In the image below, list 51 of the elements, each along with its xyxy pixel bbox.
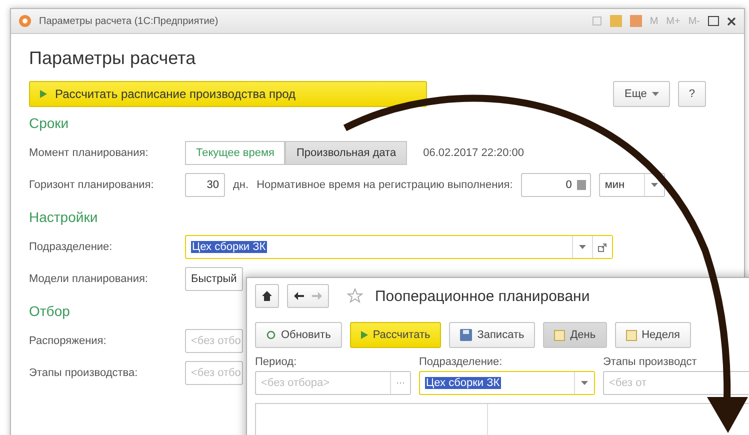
window-title: Пооперационное планировани bbox=[375, 288, 590, 304]
planning-date: 06.02.2017 22:20:00 bbox=[423, 147, 524, 159]
forward-arrow-icon bbox=[312, 292, 322, 300]
toggle-option[interactable]: Произвольная дата bbox=[285, 141, 408, 165]
norm-time-field[interactable]: 0 bbox=[520, 173, 591, 197]
play-icon bbox=[40, 90, 47, 98]
open-icon[interactable] bbox=[598, 242, 607, 252]
app-logo-icon bbox=[19, 15, 31, 27]
field-label: Распоряжения: bbox=[29, 335, 108, 347]
toolbar-button[interactable]: День bbox=[543, 322, 607, 348]
field-label: Подразделение: bbox=[419, 356, 504, 368]
field-label: Нормативное время на регистрацию выполнения: bbox=[256, 179, 513, 191]
close-icon[interactable] bbox=[727, 16, 736, 26]
maximize-icon[interactable] bbox=[708, 16, 719, 26]
unit-label: дн. bbox=[233, 179, 249, 191]
caret-icon bbox=[581, 381, 588, 385]
home-icon bbox=[262, 291, 272, 301]
toggle-option[interactable]: Текущее время bbox=[185, 141, 286, 165]
unit-dropdown[interactable]: мин bbox=[598, 173, 665, 197]
navigation-button[interactable] bbox=[287, 284, 329, 308]
filter-field[interactable]: Цех сборки ЗК bbox=[419, 371, 595, 395]
section-title: Сроки bbox=[29, 115, 70, 131]
field-label: Этапы производст bbox=[603, 356, 698, 368]
more-button[interactable]: Еще bbox=[613, 81, 670, 107]
toolbar-button[interactable]: Рассчитать bbox=[350, 322, 442, 348]
window-title: Параметры расчета (1С:Предприятие) bbox=[39, 16, 220, 26]
department-field[interactable]: Цех сборки ЗК bbox=[185, 235, 613, 259]
field-label: Период: bbox=[255, 356, 298, 368]
back-arrow-icon bbox=[294, 292, 304, 300]
toolbar-button[interactable]: Записать bbox=[449, 322, 536, 348]
home-button[interactable] bbox=[255, 284, 279, 308]
play-icon bbox=[360, 331, 368, 339]
refresh-icon bbox=[266, 330, 276, 340]
field-label: Горизонт планирования: bbox=[29, 179, 155, 191]
toolbar-button[interactable]: Неделя bbox=[614, 322, 691, 348]
field-label: Этапы производства: bbox=[29, 367, 139, 379]
form-heading: Параметры расчета bbox=[29, 48, 197, 69]
caret-icon bbox=[652, 92, 659, 96]
section-title: Настройки bbox=[29, 209, 99, 225]
section-title: Отбор bbox=[29, 303, 71, 319]
toolbar-button[interactable]: Обновить bbox=[255, 322, 342, 348]
models-field[interactable]: Быстрый bbox=[185, 267, 243, 291]
star-icon[interactable] bbox=[347, 288, 363, 304]
field-label: Модели планирования: bbox=[29, 273, 149, 285]
caret-icon bbox=[650, 183, 658, 187]
field-label: Момент планирования: bbox=[29, 147, 150, 159]
calculate-schedule-button[interactable]: Рассчитать расписание производства прод bbox=[29, 81, 427, 107]
horizon-field[interactable]: 30 bbox=[185, 173, 225, 197]
help-button[interactable]: ? bbox=[678, 81, 706, 107]
field-label: Подразделение: bbox=[29, 241, 114, 253]
caret-icon bbox=[579, 245, 586, 249]
